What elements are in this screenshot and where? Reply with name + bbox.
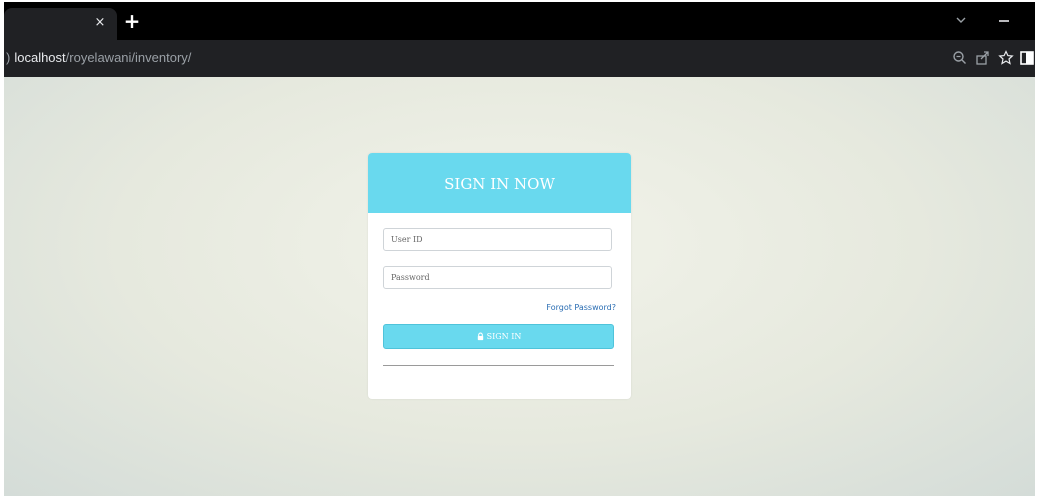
bookmark-star-icon[interactable] <box>997 49 1015 67</box>
share-icon[interactable] <box>974 49 992 67</box>
forgot-password-link[interactable]: Forgot Password? <box>546 303 616 312</box>
lock-icon <box>477 332 483 340</box>
divider <box>383 365 614 366</box>
url-path: /royelawani/inventory/ <box>65 50 192 65</box>
page-viewport: SIGN IN NOW Forgot Password? SIGN IN <box>4 77 1035 496</box>
address-bar[interactable]: ) localhost/royelawani/inventory/ <box>6 50 191 66</box>
login-card: SIGN IN NOW Forgot Password? SIGN IN <box>368 153 631 399</box>
password-input[interactable] <box>383 266 612 289</box>
nav-edge-icon: ) <box>6 50 11 65</box>
browser-toolbar: ) localhost/royelawani/inventory/ <box>4 40 1035 77</box>
url-host: localhost <box>14 50 66 65</box>
side-panel-icon[interactable] <box>1018 49 1035 67</box>
sign-in-button[interactable]: SIGN IN <box>383 324 614 349</box>
minimize-icon[interactable] <box>996 12 1012 28</box>
user-id-input[interactable] <box>383 228 612 251</box>
close-icon[interactable]: × <box>93 16 107 30</box>
screenshot-frame: × + ) localhost/royelawani/inventory/ SI… <box>0 0 1038 499</box>
login-card-header: SIGN IN NOW <box>368 153 631 213</box>
browser-window: × + ) localhost/royelawani/inventory/ SI… <box>4 2 1035 496</box>
login-title: SIGN IN NOW <box>444 175 555 193</box>
chevron-down-icon[interactable] <box>953 12 969 28</box>
sign-in-label: SIGN IN <box>486 332 522 341</box>
new-tab-button[interactable]: + <box>123 11 141 31</box>
tab-strip: × + <box>4 2 1035 40</box>
browser-tab[interactable]: × <box>4 8 117 40</box>
zoom-icon[interactable] <box>951 49 969 67</box>
